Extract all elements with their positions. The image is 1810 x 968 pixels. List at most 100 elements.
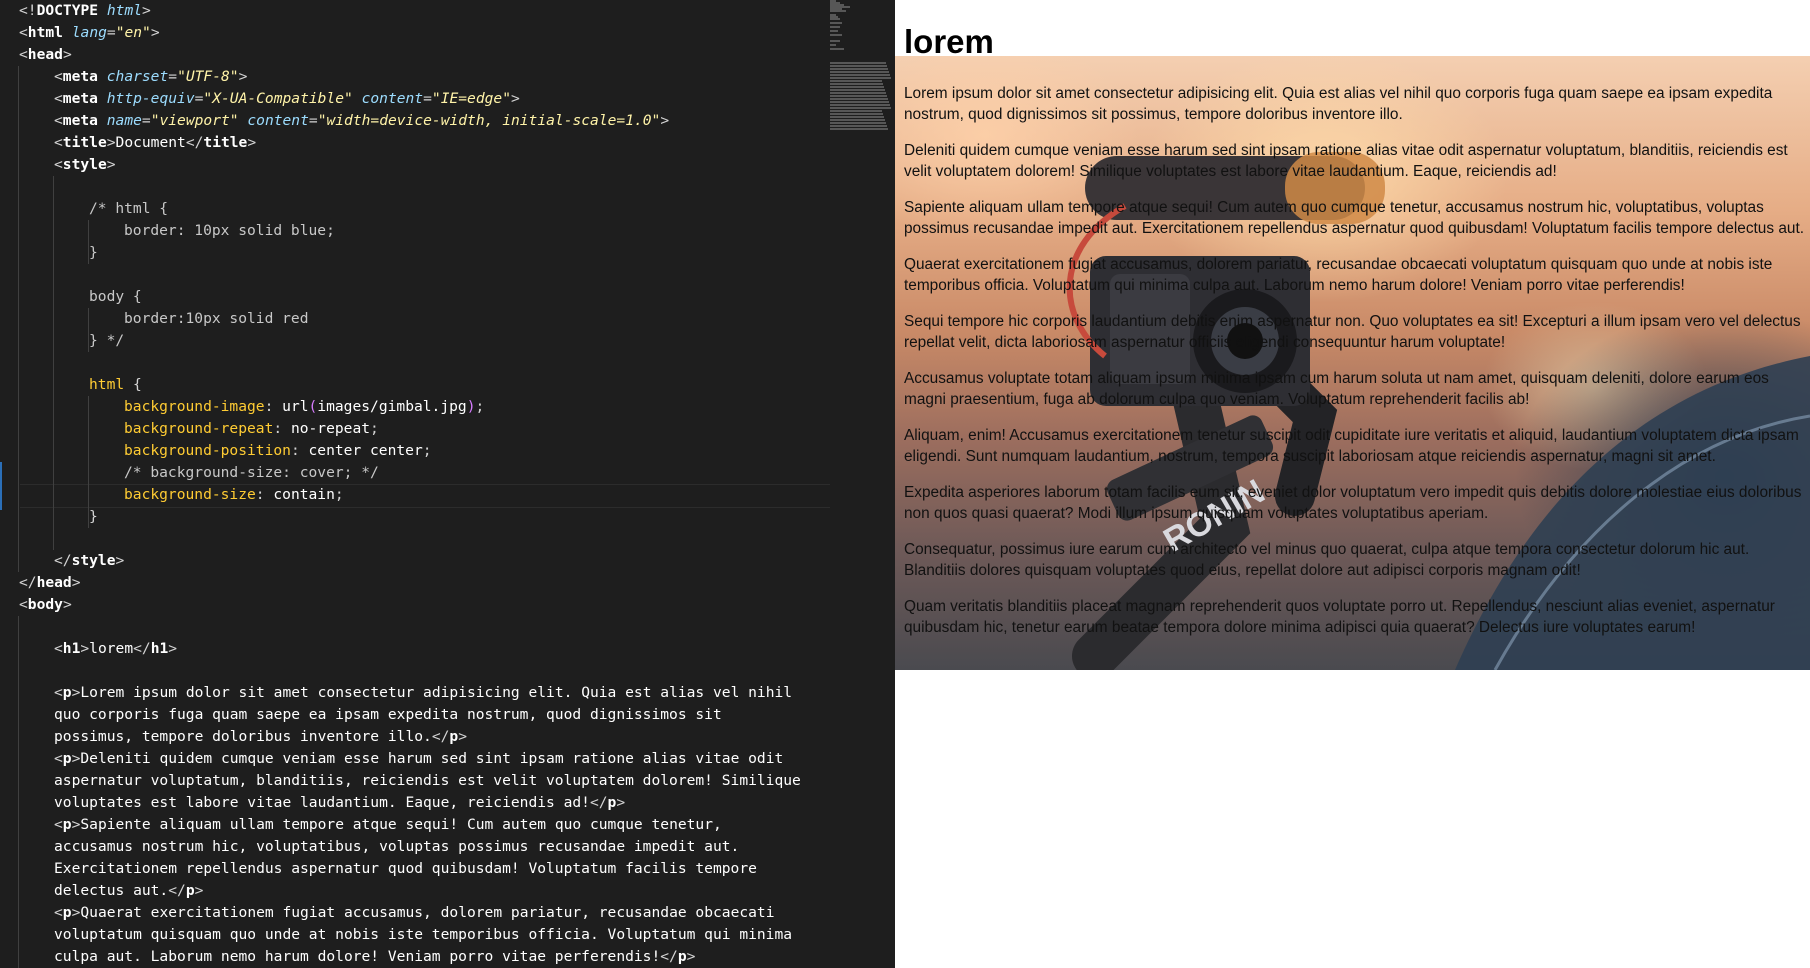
code-line[interactable]: /* background-size: cover; */ (0, 462, 830, 484)
code-token: head (36, 574, 72, 591)
code-token: html (106, 2, 143, 19)
indent-guide (18, 638, 19, 660)
minimap-line (830, 83, 883, 85)
code-line[interactable]: possimus, tempore doloribus inventore il… (0, 726, 830, 748)
minimap-line (830, 104, 890, 106)
minimap-line (830, 62, 886, 64)
minimap-line (830, 119, 885, 121)
code-token: /* background-size: cover; */ (124, 464, 379, 481)
indent-guide (18, 484, 19, 506)
code-line[interactable]: <head> (0, 44, 830, 66)
indent-guide (53, 352, 54, 374)
minimap-line (830, 30, 838, 32)
code-line[interactable]: } (0, 506, 830, 528)
code-line[interactable]: } */ (0, 330, 830, 352)
minimap-line (830, 74, 890, 76)
code-line[interactable] (0, 616, 830, 638)
code-line[interactable]: accusamus nostrum hic, voluptatibus, vol… (0, 836, 830, 858)
code-line[interactable]: html { (0, 374, 830, 396)
code-line[interactable]: <title>Document</title> (0, 132, 830, 154)
code-line[interactable]: <p>Quaerat exercitationem fugiat accusam… (0, 902, 830, 924)
code-line[interactable]: body { (0, 286, 830, 308)
code-line[interactable] (0, 352, 830, 374)
code-token: < (54, 750, 63, 767)
code-line[interactable]: voluptates est labore vitae laudantium. … (0, 792, 830, 814)
code-line[interactable]: background-image: url(images/gimbal.jpg)… (0, 396, 830, 418)
code-token: title (62, 134, 107, 151)
code-line[interactable]: quo corporis fuga quam saepe ea ipsam ex… (0, 704, 830, 726)
minimap-line (830, 86, 884, 88)
minimap-line (830, 65, 887, 67)
code-token: ; (370, 420, 379, 437)
minimap-line (830, 107, 891, 109)
code-token: p (62, 816, 72, 833)
code-token: < (54, 904, 63, 921)
code-line[interactable]: <meta name="viewport" content="width=dev… (0, 110, 830, 132)
code-token: accusamus nostrum hic, voluptatibus, vol… (54, 838, 740, 855)
code-line[interactable] (0, 176, 830, 198)
code-line[interactable]: <html lang="en"> (0, 22, 830, 44)
indent-guide (18, 528, 19, 550)
code-token: < (54, 134, 63, 151)
code-line[interactable]: background-repeat: no-repeat; (0, 418, 830, 440)
code-line[interactable]: voluptatum quisquam quo unde at nobis is… (0, 924, 830, 946)
code-line[interactable]: <!DOCTYPE html> (0, 0, 830, 22)
code-token: culpa aut. Laborum nemo harum dolore! Ve… (54, 948, 661, 965)
code-line[interactable]: <p>Sapiente aliquam ullam tempore atque … (0, 814, 830, 836)
code-token: title (203, 134, 248, 151)
code-line[interactable] (0, 528, 830, 550)
code-line[interactable]: border:10px solid red (0, 308, 830, 330)
code-text: <p>Sapiente aliquam ullam tempore atque … (54, 814, 722, 836)
code-token: body (27, 596, 63, 613)
indent-guide (53, 220, 54, 242)
code-line[interactable]: } (0, 242, 830, 264)
code-text: html { (89, 374, 142, 396)
indent-guide (53, 462, 54, 484)
code-line[interactable]: <meta charset="UTF-8"> (0, 66, 830, 88)
code-token: : (264, 398, 283, 415)
indent-guide (53, 176, 54, 198)
code-line[interactable]: border: 10px solid blue; (0, 220, 830, 242)
indent-guide (53, 286, 54, 308)
code-text: background-image: url(images/gimbal.jpg)… (124, 396, 484, 418)
code-token: > (238, 68, 248, 85)
code-line[interactable]: </style> (0, 550, 830, 572)
code-token: border: 10px solid blue; (124, 222, 335, 239)
code-editor[interactable]: <!DOCTYPE html> <html lang="en"> <head> <me… (0, 0, 895, 968)
code-line[interactable]: <meta http-equiv = "X-UA-Compatible" conte… (0, 88, 830, 110)
code-line[interactable]: aspernatur voluptatum, blanditiis, reici… (0, 770, 830, 792)
paragraph: Lorem ipsum dolor sit amet consectetur a… (904, 85, 1773, 123)
code-token: > (71, 574, 81, 591)
code-line[interactable]: <style> (0, 154, 830, 176)
code-text: <!DOCTYPE html> (19, 0, 151, 22)
code-token: < (54, 156, 63, 173)
code-token: possimus, tempore doloribus inventore il… (54, 728, 432, 745)
minimap[interactable] (826, 0, 895, 968)
code-line[interactable]: background-position: center center; (0, 440, 830, 462)
code-token: = (308, 112, 318, 129)
indent-guide (53, 484, 54, 506)
minimap-line (830, 26, 840, 28)
code-line[interactable] (0, 660, 830, 682)
code-line[interactable]: <p>Deleniti quidem cumque veniam esse ha… (0, 748, 830, 770)
code-line[interactable]: <h1>lorem</h1> (0, 638, 830, 660)
code-lines[interactable]: <!DOCTYPE html> <html lang="en"> <head> <me… (0, 0, 830, 968)
code-line[interactable]: /* html { (0, 198, 830, 220)
code-line[interactable]: <p>Lorem ipsum dolor sit amet consectetu… (0, 682, 830, 704)
code-token: Quaerat exercitationem fugiat accusamus,… (80, 904, 775, 921)
code-text: <title>Document</title> (54, 132, 256, 154)
code-token: name (106, 112, 142, 129)
indent-guide (53, 308, 54, 330)
code-line[interactable]: delectus aut.</p> (0, 880, 830, 902)
code-token: > (106, 134, 116, 151)
code-line[interactable]: culpa aut. Laborum nemo harum dolore! Ve… (0, 946, 830, 968)
code-token: html (27, 24, 63, 41)
code-token: : (255, 486, 274, 503)
code-line[interactable]: <body> (0, 594, 830, 616)
code-line[interactable]: background-size: contain; (0, 484, 830, 508)
code-line[interactable]: Exercitationem repellendus aspernatur qu… (0, 858, 830, 880)
code-token: charset (106, 68, 169, 85)
code-token: delectus aut. (54, 882, 169, 899)
code-line[interactable] (0, 264, 830, 286)
code-line[interactable]: </head> (0, 572, 830, 594)
